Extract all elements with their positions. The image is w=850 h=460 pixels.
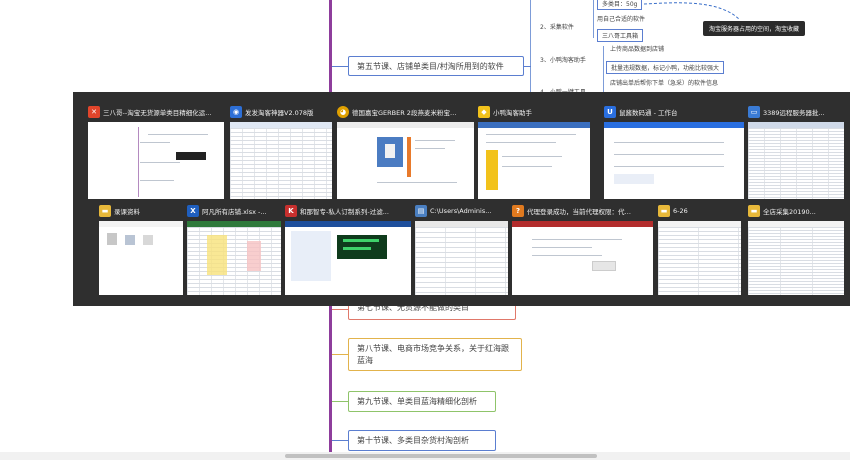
window-title: 小鸭淘客助手 [493,109,532,117]
branch-line [332,309,348,310]
window-title: 3389远程服务器批... [763,109,825,117]
window-thumbnail [187,221,281,295]
window-tile-duck[interactable]: ◆ 小鸭淘客助手 [478,105,590,200]
branch-line [524,66,531,67]
window-thumbnail [99,221,183,295]
sub-item-2[interactable]: 2、采集软件 [540,22,574,31]
window-tile-folder-626[interactable]: ▬ 6-26 [658,204,741,296]
window-thumbnail [88,122,224,199]
branch-line [332,66,348,67]
window-thumbnail [415,221,508,295]
window-tile-gerber[interactable]: ◕ 德国嘉宝GERBER 2段燕麦米粉宝宝... [337,105,474,200]
sub-item-3[interactable]: 3、小鸭淘客助手 [540,55,586,64]
window-thumbnail [748,221,844,295]
node-lesson10[interactable]: 第十节课、多类目杂货村淘剖析 [348,430,496,451]
branch-line [332,354,348,355]
sub-item-2a[interactable]: 用自己合适的软件 [597,14,645,23]
window-thumbnail [230,122,332,199]
scrollbar-thumb[interactable] [285,454,597,458]
folder-icon: ▬ [99,205,111,217]
connector [593,0,594,38]
window-tile-sanbage[interactable]: ✕ 三八哥--淘宝无货源单类目精细化运... [88,105,224,200]
folder-icon: ▬ [748,205,760,217]
x-app-icon: ✕ [88,106,100,118]
window-thumbnail [748,122,844,199]
window-tile-proxy[interactable]: ? 代理登录成功，当前代理权限：代理... [512,204,653,296]
branch-line [332,440,348,441]
window-tile-pk[interactable]: K 和那智专-私人订制系列-过滤... [285,204,411,296]
window-title: 三八哥--淘宝无货源单类目精细化运... [103,109,212,117]
sub-item-3b[interactable]: 批量违规数据，标记小鸭，功能比较强大 [606,61,725,74]
explorer-icon: ▤ [415,205,427,217]
window-title: 6-26 [673,207,688,215]
window-thumbnail [658,221,741,295]
sub-item-2b[interactable]: 三八哥工具箱 [597,29,644,42]
horizontal-scrollbar[interactable] [0,452,850,460]
connector [603,46,604,92]
connector [530,0,531,92]
window-title: 阿凡所有店铺.xlsx -... [202,208,267,216]
window-title: 和那智专-私人订制系列-过滤... [300,208,389,216]
window-tile-shujiang[interactable]: U 鼠酱数码通 - 工作台 [604,105,744,200]
sub-item-top[interactable]: 多类目：50g [597,0,643,10]
window-thumbnail [478,122,590,199]
chrome-icon: ◕ [337,106,349,118]
node-lesson8[interactable]: 第八节课、电商市场竞争关系，关于红海跟蓝海 [348,338,522,371]
window-thumbnail [285,221,411,295]
window-switcher: ✕ 三八哥--淘宝无货源单类目精细化运... ◉ 发发淘客神器V2.078版 ◕ 德国… [73,92,850,306]
window-tile-excel[interactable]: X 阿凡所有店铺.xlsx -... [187,204,281,296]
u-app-icon: U [604,106,616,118]
node-lesson9[interactable]: 第九节课、单类目蓝海精细化剖析 [348,391,496,412]
node-lesson5[interactable]: 第五节课、店铺单类目/村淘所用到的软件 [348,56,524,76]
sub-item-3a[interactable]: 上传商品数据到店铺 [610,44,664,53]
proxy-icon: ? [512,205,524,217]
branch-line [332,401,348,402]
window-title: 德国嘉宝GERBER 2段燕麦米粉宝宝... [352,109,462,117]
window-thumbnail [337,122,474,199]
pk-app-icon: K [285,205,297,217]
window-title: 发发淘客神器V2.078版 [245,109,314,117]
window-title: 鼠酱数码通 - 工作台 [619,109,678,117]
folder-icon: ▬ [658,205,670,217]
window-title: 全店采集20190... [763,208,816,216]
window-tile-3389[interactable]: ▭ 3389远程服务器批... [748,105,844,200]
dashed-relation-line [643,2,741,21]
window-title: 代理登录成功，当前代理权限：代理... [527,208,637,216]
window-title: 录课资料 [114,208,140,216]
window-tile-fafa[interactable]: ◉ 发发淘客神器V2.078版 [230,105,332,200]
window-title: C:\Users\Adminis... [430,207,492,215]
window-thumbnail [604,122,744,199]
window-tile-folder-1[interactable]: ▬ 录课资料 [99,204,183,296]
window-thumbnail [512,221,653,295]
window-tile-explorer[interactable]: ▤ C:\Users\Adminis... [415,204,508,296]
excel-icon: X [187,205,199,217]
window-tile-folder-collect[interactable]: ▬ 全店采集20190... [748,204,844,296]
duck-icon: ◆ [478,106,490,118]
sub-item-3c[interactable]: 店铺出单后帮你下单（急采）的软件信息 [610,78,718,87]
robot-icon: ◉ [230,106,242,118]
monitor-icon: ▭ [748,106,760,118]
